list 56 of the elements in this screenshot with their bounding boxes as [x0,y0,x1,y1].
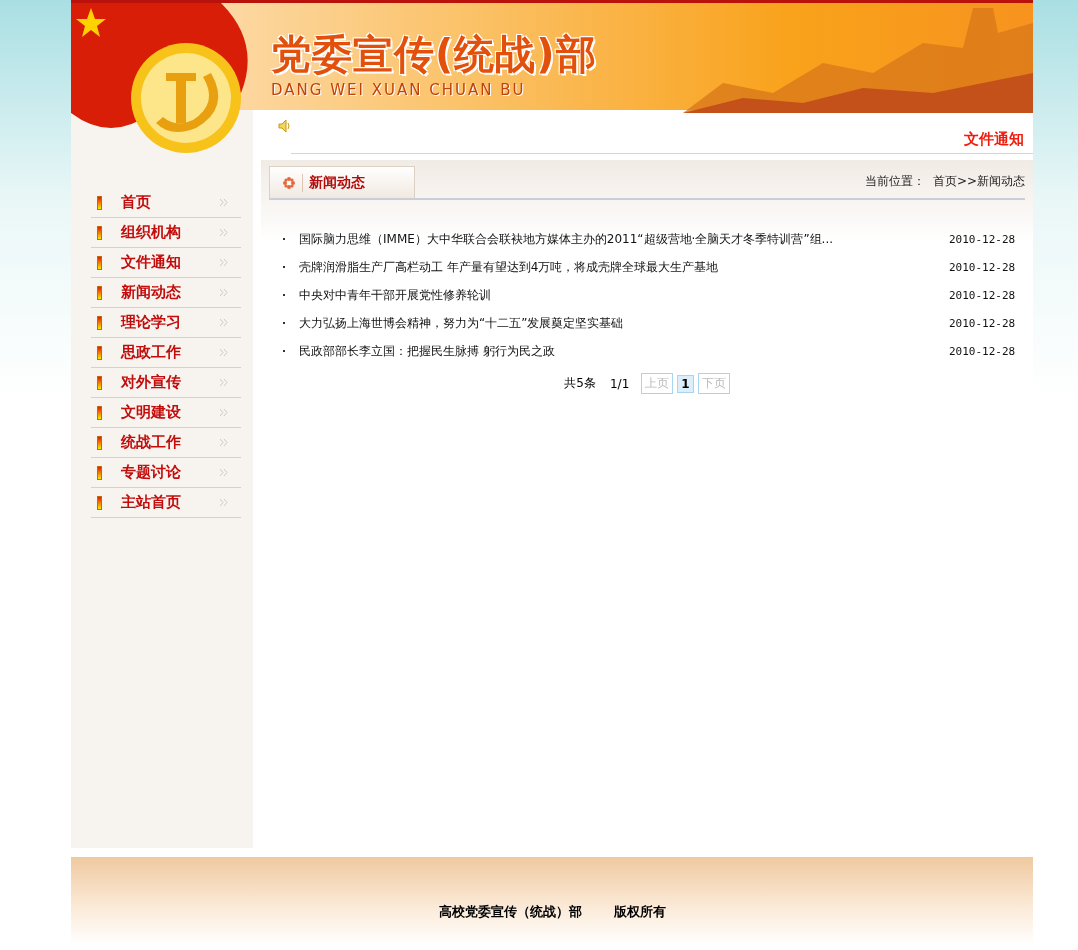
bar-icon [97,375,102,390]
location-label: 当前位置： [864,173,925,190]
double-chevron-icon [220,349,229,356]
bar-icon [97,225,102,240]
speaker-icon [278,118,292,133]
breadcrumb-link[interactable]: 首页>>新闻动态 [932,173,1025,190]
page-button[interactable]: 1 [677,374,694,393]
sidebar-item[interactable]: 专题讨论 [91,458,241,488]
double-chevron-icon [220,379,229,386]
news-link[interactable]: 国际脑力思维（IMME）大中华联合会联袂地方媒体主办的2011“超级营地·全脑天才冬季特训营”组... [299,230,949,248]
bar-icon [97,285,102,300]
sidebar-item[interactable]: 统战工作 [91,428,241,458]
news-date: 2010-12-28 [949,260,1017,274]
site-subtitle: DANG WEI XUAN CHUAN BU [271,81,527,99]
news-date: 2010-12-28 [949,288,1017,302]
notice-link[interactable]: 文件通知 [964,130,1024,149]
news-link[interactable]: 民政部部长李立国：把握民生脉搏 躬行为民之政 [299,342,949,360]
footer-rights: 版权所有 [613,903,666,921]
double-chevron-icon [220,439,229,446]
double-chevron-icon [220,259,229,266]
news-link[interactable]: 中央对中青年干部开展党性修养轮训 [299,286,949,304]
news-date: 2010-12-28 [949,344,1017,358]
double-chevron-icon [220,409,229,416]
sidebar-item[interactable]: 主站首页 [91,488,241,518]
news-date: 2010-12-28 [949,232,1017,246]
bar-icon [97,495,102,510]
news-link[interactable]: 大力弘扬上海世博会精神，努力为“十二五”发展奠定坚实基础 [299,314,949,332]
sidebar-item[interactable]: 理论学习 [91,308,241,338]
double-chevron-icon [220,229,229,236]
double-chevron-icon [220,289,229,296]
bar-icon [97,405,102,420]
sidebar-item[interactable]: 文明建设 [91,398,241,428]
sidebar-item[interactable]: 首页 [91,188,241,218]
flower-icon [282,175,296,190]
bar-icon [97,345,102,360]
double-chevron-icon [220,499,229,506]
footer-owner: 高校党委宣传（统战）部 [438,903,582,921]
bar-icon [97,465,102,480]
news-link[interactable]: 壳牌润滑脂生产厂高栏动工 年产量有望达到4万吨，将成壳牌全球最大生产基地 [299,258,949,276]
sidebar-item[interactable]: 文件通知 [91,248,241,278]
sidebar-item[interactable]: 新闻动态 [91,278,241,308]
double-chevron-icon [220,319,229,326]
sidebar-item[interactable]: 对外宣传 [91,368,241,398]
double-chevron-icon [220,199,229,206]
bar-icon [97,435,102,450]
double-chevron-icon [220,469,229,476]
page-count: 1/1 [610,376,630,391]
bar-icon [97,195,102,210]
total-count: 共5条 [564,375,596,392]
news-date: 2010-12-28 [949,316,1017,330]
bar-icon [97,315,102,330]
site-title: 党委宣传(统战)部 [271,31,597,77]
section-title: 新闻动态 [302,173,365,192]
sidebar-item[interactable]: 组织机构 [91,218,241,248]
sidebar-item[interactable]: 思政工作 [91,338,241,368]
bar-icon [97,255,102,270]
